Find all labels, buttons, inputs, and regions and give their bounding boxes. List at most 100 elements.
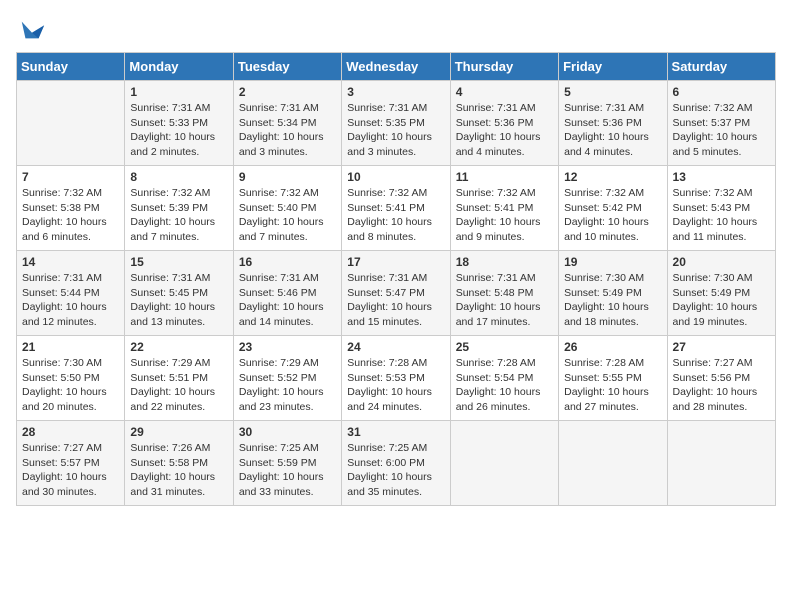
day-number: 29 [130, 425, 227, 439]
calendar-cell: 26 Sunrise: 7:28 AM Sunset: 5:55 PM Dayli… [559, 336, 667, 421]
calendar-cell: 8 Sunrise: 7:32 AM Sunset: 5:39 PM Daylig… [125, 166, 233, 251]
calendar-cell: 6 Sunrise: 7:32 AM Sunset: 5:37 PM Daylig… [667, 81, 775, 166]
calendar-cell: 7Sunrise: 7:32 AM Sunset: 5:38 PM Daylig… [17, 166, 125, 251]
day-number: 20 [673, 255, 770, 269]
col-wednesday: Wednesday [342, 53, 450, 81]
day-number: 23 [239, 340, 336, 354]
day-number: 18 [456, 255, 553, 269]
calendar-cell: 23Sunrise: 7:29 AM Sunset: 5:52 PM Dayli… [233, 336, 341, 421]
calendar-table: Sunday Monday Tuesday Wednesday Thursday… [16, 52, 776, 506]
cell-info: Sunrise: 7:31 AM Sunset: 5:45 PM Dayligh… [130, 271, 227, 330]
cell-info: Sunrise: 7:32 AM Sunset: 5:38 PM Dayligh… [22, 186, 119, 245]
cell-info: Sunrise: 7:32 AM Sunset: 5:37 PM Dayligh… [673, 101, 770, 160]
day-number: 17 [347, 255, 444, 269]
header-row: Sunday Monday Tuesday Wednesday Thursday… [17, 53, 776, 81]
calendar-cell: 2 Sunrise: 7:31 AM Sunset: 5:34 PM Daylig… [233, 81, 341, 166]
col-tuesday: Tuesday [233, 53, 341, 81]
cell-info: Sunrise: 7:28 AM Sunset: 5:53 PM Dayligh… [347, 356, 444, 415]
calendar-cell: 25 Sunrise: 7:28 AM Sunset: 5:54 PM Dayli… [450, 336, 558, 421]
calendar-cell: 10 Sunrise: 7:32 AM Sunset: 5:41 PM Dayli… [342, 166, 450, 251]
day-number: 4 [456, 85, 553, 99]
calendar-cell: 17 Sunrise: 7:31 AM Sunset: 5:47 PM Dayli… [342, 251, 450, 336]
cell-info: Sunrise: 7:31 AM Sunset: 5:46 PM Dayligh… [239, 271, 336, 330]
day-number: 19 [564, 255, 661, 269]
logo-icon [18, 16, 46, 44]
day-number: 13 [673, 170, 770, 184]
cell-info: Sunrise: 7:29 AM Sunset: 5:51 PM Dayligh… [130, 356, 227, 415]
calendar-cell: 21 Sunrise: 7:30 AM Sunset: 5:50 PM Dayli… [17, 336, 125, 421]
day-number: 6 [673, 85, 770, 99]
cell-info: Sunrise: 7:30 AM Sunset: 5:50 PM Dayligh… [22, 356, 119, 415]
day-number: 8 [130, 170, 227, 184]
cell-info: Sunrise: 7:31 AM Sunset: 5:48 PM Dayligh… [456, 271, 553, 330]
calendar-header: Sunday Monday Tuesday Wednesday Thursday… [17, 53, 776, 81]
cell-info: Sunrise: 7:30 AM Sunset: 5:49 PM Dayligh… [673, 271, 770, 330]
calendar-cell: 18 Sunrise: 7:31 AM Sunset: 5:48 PM Dayli… [450, 251, 558, 336]
cell-info: Sunrise: 7:25 AM Sunset: 5:59 PM Dayligh… [239, 441, 336, 500]
calendar-week-row: 14 Sunrise: 7:31 AM Sunset: 5:44 PM Dayli… [17, 251, 776, 336]
calendar-cell [667, 421, 775, 506]
col-friday: Friday [559, 53, 667, 81]
calendar-cell [17, 81, 125, 166]
day-number: 30 [239, 425, 336, 439]
calendar-week-row: 28 Sunrise: 7:27 AM Sunset: 5:57 PM Dayli… [17, 421, 776, 506]
day-number: 22 [130, 340, 227, 354]
cell-info: Sunrise: 7:32 AM Sunset: 5:42 PM Dayligh… [564, 186, 661, 245]
day-number: 24 [347, 340, 444, 354]
day-number: 1 [130, 85, 227, 99]
calendar-cell: 27Sunrise: 7:27 AM Sunset: 5:56 PM Dayli… [667, 336, 775, 421]
cell-info: Sunrise: 7:28 AM Sunset: 5:55 PM Dayligh… [564, 356, 661, 415]
col-sunday: Sunday [17, 53, 125, 81]
day-number: 10 [347, 170, 444, 184]
day-number: 2 [239, 85, 336, 99]
cell-info: Sunrise: 7:26 AM Sunset: 5:58 PM Dayligh… [130, 441, 227, 500]
calendar-cell [559, 421, 667, 506]
col-saturday: Saturday [667, 53, 775, 81]
day-number: 12 [564, 170, 661, 184]
cell-info: Sunrise: 7:32 AM Sunset: 5:41 PM Dayligh… [347, 186, 444, 245]
calendar-cell: 4Sunrise: 7:31 AM Sunset: 5:36 PM Daylig… [450, 81, 558, 166]
day-number: 25 [456, 340, 553, 354]
calendar-cell: 13 Sunrise: 7:32 AM Sunset: 5:43 PM Dayli… [667, 166, 775, 251]
calendar-cell: 3 Sunrise: 7:31 AM Sunset: 5:35 PM Daylig… [342, 81, 450, 166]
calendar-cell: 20 Sunrise: 7:30 AM Sunset: 5:49 PM Dayli… [667, 251, 775, 336]
calendar-cell: 31 Sunrise: 7:25 AM Sunset: 6:00 PM Dayli… [342, 421, 450, 506]
calendar-cell: 15Sunrise: 7:31 AM Sunset: 5:45 PM Dayli… [125, 251, 233, 336]
cell-info: Sunrise: 7:27 AM Sunset: 5:57 PM Dayligh… [22, 441, 119, 500]
day-number: 5 [564, 85, 661, 99]
cell-info: Sunrise: 7:32 AM Sunset: 5:39 PM Dayligh… [130, 186, 227, 245]
cell-info: Sunrise: 7:25 AM Sunset: 6:00 PM Dayligh… [347, 441, 444, 500]
calendar-cell: 14 Sunrise: 7:31 AM Sunset: 5:44 PM Dayli… [17, 251, 125, 336]
calendar-cell: 9Sunrise: 7:32 AM Sunset: 5:40 PM Daylig… [233, 166, 341, 251]
calendar-cell: 19 Sunrise: 7:30 AM Sunset: 5:49 PM Dayli… [559, 251, 667, 336]
calendar-week-row: 7Sunrise: 7:32 AM Sunset: 5:38 PM Daylig… [17, 166, 776, 251]
cell-info: Sunrise: 7:27 AM Sunset: 5:56 PM Dayligh… [673, 356, 770, 415]
cell-info: Sunrise: 7:30 AM Sunset: 5:49 PM Dayligh… [564, 271, 661, 330]
cell-info: Sunrise: 7:31 AM Sunset: 5:44 PM Dayligh… [22, 271, 119, 330]
calendar-cell [450, 421, 558, 506]
cell-info: Sunrise: 7:31 AM Sunset: 5:47 PM Dayligh… [347, 271, 444, 330]
day-number: 3 [347, 85, 444, 99]
day-number: 28 [22, 425, 119, 439]
calendar-week-row: 21 Sunrise: 7:30 AM Sunset: 5:50 PM Dayli… [17, 336, 776, 421]
col-monday: Monday [125, 53, 233, 81]
cell-info: Sunrise: 7:31 AM Sunset: 5:34 PM Dayligh… [239, 101, 336, 160]
calendar-cell: 16Sunrise: 7:31 AM Sunset: 5:46 PM Dayli… [233, 251, 341, 336]
cell-info: Sunrise: 7:28 AM Sunset: 5:54 PM Dayligh… [456, 356, 553, 415]
page-header [16, 16, 776, 44]
calendar-cell: 24 Sunrise: 7:28 AM Sunset: 5:53 PM Dayli… [342, 336, 450, 421]
cell-info: Sunrise: 7:31 AM Sunset: 5:33 PM Dayligh… [130, 101, 227, 160]
day-number: 21 [22, 340, 119, 354]
day-number: 11 [456, 170, 553, 184]
day-number: 26 [564, 340, 661, 354]
day-number: 14 [22, 255, 119, 269]
calendar-week-row: 1 Sunrise: 7:31 AM Sunset: 5:33 PM Daylig… [17, 81, 776, 166]
day-number: 31 [347, 425, 444, 439]
cell-info: Sunrise: 7:32 AM Sunset: 5:40 PM Dayligh… [239, 186, 336, 245]
cell-info: Sunrise: 7:31 AM Sunset: 5:35 PM Dayligh… [347, 101, 444, 160]
calendar-cell: 29 Sunrise: 7:26 AM Sunset: 5:58 PM Dayli… [125, 421, 233, 506]
calendar-cell: 1 Sunrise: 7:31 AM Sunset: 5:33 PM Daylig… [125, 81, 233, 166]
cell-info: Sunrise: 7:32 AM Sunset: 5:43 PM Dayligh… [673, 186, 770, 245]
calendar-cell: 11Sunrise: 7:32 AM Sunset: 5:41 PM Dayli… [450, 166, 558, 251]
logo [16, 16, 46, 44]
